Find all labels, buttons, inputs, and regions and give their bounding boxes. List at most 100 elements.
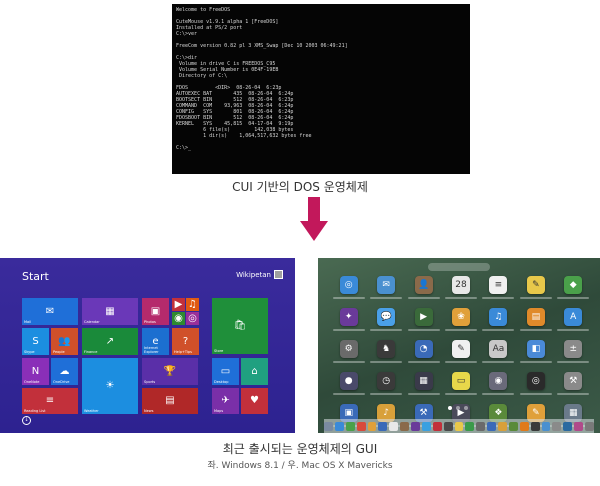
app-calculator[interactable]: ± <box>555 340 592 363</box>
dock-app-icon[interactable] <box>508 421 518 431</box>
tile-skype[interactable]: S Skype <box>22 328 49 355</box>
tile-people[interactable]: 👥 People <box>51 328 78 355</box>
dock-app-icon[interactable] <box>324 421 333 431</box>
dock-app-icon[interactable] <box>432 421 442 431</box>
dock-app-icon[interactable] <box>356 421 366 431</box>
tile-onedrive[interactable]: ☁ OneDrive <box>51 358 78 385</box>
tile-finance[interactable]: ↗ Finance <box>82 328 138 355</box>
page-dot[interactable] <box>448 406 452 410</box>
app-label <box>407 297 440 299</box>
dock-app-icon[interactable] <box>465 421 475 431</box>
dock-app-icon[interactable] <box>345 421 355 431</box>
dock-app-icon[interactable] <box>585 421 594 431</box>
dock-app-icon[interactable] <box>421 421 431 431</box>
dock-app-icon[interactable] <box>411 421 420 431</box>
tile-camera[interactable]: ◎ <box>186 312 199 325</box>
tile-ie[interactable]: e Internet Explorer <box>142 328 169 355</box>
dock-app-icon[interactable] <box>530 421 540 431</box>
app-safari[interactable]: ◎ <box>330 276 367 299</box>
app-time-machine[interactable]: ◷ <box>367 372 404 395</box>
tile-video[interactable]: ▶ <box>172 298 185 311</box>
tile-store[interactable]: 🛍 Store <box>212 298 268 354</box>
app-notes[interactable]: ✎ <box>517 276 554 299</box>
tile-desktop[interactable]: ▭ Desktop <box>212 358 239 385</box>
tile-label: Help+Tips <box>174 350 192 354</box>
tile-music[interactable]: ♫ <box>186 298 199 311</box>
app-messages[interactable]: 💬 <box>367 308 404 331</box>
dock-app-icon[interactable] <box>563 421 573 431</box>
app-photos[interactable]: ❀ <box>442 308 479 331</box>
app-chess[interactable]: ♞ <box>367 340 404 363</box>
page-dot[interactable] <box>456 406 460 410</box>
app-calendar[interactable]: 28 <box>442 276 479 299</box>
app-label <box>557 361 590 363</box>
tile-label: Mail <box>24 320 32 324</box>
tile-mail[interactable]: ✉ Mail <box>22 298 78 325</box>
dock-app-icon[interactable] <box>574 421 584 431</box>
all-apps-arrow-icon[interactable]: ↓ <box>22 416 31 425</box>
photobooth-icon: ✦ <box>339 308 358 326</box>
dock-app-icon[interactable] <box>552 421 562 431</box>
tile-calendar[interactable]: ▦ Calendar <box>82 298 138 325</box>
app-dvd[interactable]: ◎ <box>517 372 554 395</box>
app-mission-control[interactable]: ▦ <box>405 372 442 395</box>
games-icon: ◉ <box>174 312 183 324</box>
app-image-capture[interactable]: ◉ <box>480 372 517 395</box>
dock-app-icon[interactable] <box>400 421 410 431</box>
app-label <box>407 393 440 395</box>
app-mail[interactable]: ✉ <box>367 276 404 299</box>
app-reminders[interactable]: ≡ <box>480 276 517 299</box>
tile-reading[interactable]: ≡ Reading List <box>22 388 78 414</box>
app-label <box>557 393 590 395</box>
dock-app-icon[interactable] <box>519 421 529 431</box>
app-dictionary[interactable]: Aa <box>480 340 517 363</box>
image-capture-icon: ◉ <box>489 372 508 390</box>
caption-gui: 최근 출시되는 운영체제의 GUI <box>222 442 378 456</box>
dock-app-icon[interactable] <box>487 421 497 431</box>
app-label <box>444 393 477 395</box>
dock-app-icon[interactable] <box>454 421 464 431</box>
app-maps[interactable]: ◆ <box>555 276 592 299</box>
dock-app-icon[interactable] <box>367 421 377 431</box>
dock-app-icon[interactable] <box>334 421 344 431</box>
tile-label: Weather <box>84 409 99 413</box>
app-automator[interactable]: ⚒ <box>555 372 592 395</box>
tile-health[interactable]: ⌂ <box>241 358 268 385</box>
app-contacts[interactable]: 👤 <box>405 276 442 299</box>
windows-start-screen: Start Wikipetan ✉ Mail ▦ Calendar ▣ Photos ▶ ♫ ◉… <box>0 258 295 433</box>
app-appstore[interactable]: A <box>555 308 592 331</box>
dock-app-icon[interactable] <box>389 421 399 431</box>
app-photobooth[interactable]: ✦ <box>330 308 367 331</box>
app-stickies[interactable]: ▭ <box>442 372 479 395</box>
tile-games[interactable]: ◉ <box>172 312 185 325</box>
tile-food[interactable]: ♥ <box>241 388 268 414</box>
app-itunes[interactable]: ♫ <box>480 308 517 331</box>
app-label <box>482 297 515 299</box>
tile-help[interactable]: ? Help+Tips <box>172 328 199 355</box>
notes-icon: ✎ <box>526 276 545 294</box>
user-account[interactable]: Wikipetan <box>236 270 283 279</box>
tile-weather[interactable]: ☀ Weather <box>82 358 138 414</box>
tile-news[interactable]: ▤ News <box>142 388 198 414</box>
search-field[interactable] <box>428 263 490 271</box>
app-game-center[interactable]: ● <box>330 372 367 395</box>
app-preview[interactable]: ◧ <box>517 340 554 363</box>
tile-maps[interactable]: ✈ Maps <box>212 388 239 414</box>
app-dashboard[interactable]: ◔ <box>405 340 442 363</box>
app-prefs[interactable]: ⚙ <box>330 340 367 363</box>
dock-app-icon[interactable] <box>498 421 507 431</box>
dock-app-icon[interactable] <box>378 421 388 431</box>
dock-app-icon[interactable] <box>541 421 551 431</box>
tile-label: OneNote <box>24 380 40 384</box>
calculator-icon: ± <box>564 340 583 358</box>
app-facetime[interactable]: ▶ <box>405 308 442 331</box>
tile-sports[interactable]: 🏆 Sports <box>142 358 198 385</box>
contacts-icon: 👤 <box>414 276 433 294</box>
tile-onenote[interactable]: N OneNote <box>22 358 49 385</box>
tile-photos[interactable]: ▣ Photos <box>142 298 169 325</box>
page-dot[interactable] <box>464 406 468 410</box>
dock-app-icon[interactable] <box>476 421 486 431</box>
dock-app-icon[interactable] <box>443 421 453 431</box>
app-textedit[interactable]: ✎ <box>442 340 479 363</box>
app-ibooks[interactable]: ▤ <box>517 308 554 331</box>
